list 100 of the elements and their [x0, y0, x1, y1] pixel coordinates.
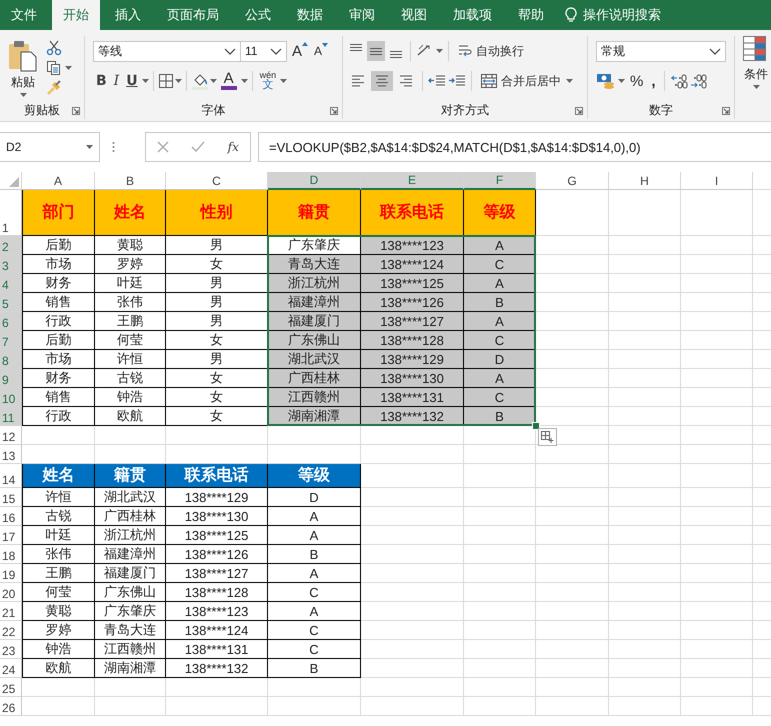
- ribbon-tab[interactable]: 帮助: [507, 0, 555, 30]
- fill-handle[interactable]: [532, 422, 540, 430]
- merge-center-button[interactable]: 合并后居中: [477, 70, 564, 92]
- font-color-button[interactable]: A: [218, 72, 240, 90]
- launcher-icon[interactable]: [330, 107, 338, 115]
- caret-icon[interactable]: [752, 85, 760, 89]
- ribbon-tab[interactable]: 插入: [104, 0, 152, 30]
- formula-field[interactable]: =VLOOKUP($B2,$A$14:$D$24,MATCH(D$1,$A$14:$D$14,0),0): [258, 132, 771, 162]
- ribbon-tab[interactable]: 页面布局: [156, 0, 230, 30]
- wrap-text-button[interactable]: 自动换行: [454, 40, 527, 62]
- row-header[interactable]: 4: [0, 274, 22, 293]
- tell-me-search[interactable]: 操作说明搜索: [583, 6, 661, 24]
- grid-icon[interactable]: [158, 73, 174, 89]
- launcher-icon[interactable]: [722, 107, 730, 115]
- row-header[interactable]: 13: [0, 445, 22, 464]
- row-header[interactable]: 17: [0, 526, 22, 545]
- increase-decimal-icon[interactable]: [670, 73, 688, 89]
- row-header[interactable]: 20: [0, 583, 22, 602]
- row-header[interactable]: 7: [0, 331, 22, 350]
- ribbon-tab[interactable]: 加载项: [442, 0, 503, 30]
- row-header[interactable]: 5: [0, 293, 22, 312]
- caret-icon[interactable]: [210, 79, 217, 83]
- row-header[interactable]: 21: [0, 602, 22, 621]
- row-header[interactable]: 11: [0, 407, 22, 426]
- paste-button[interactable]: 粘贴: [6, 38, 40, 101]
- chevron-icon[interactable]: [270, 48, 282, 54]
- scissors-icon[interactable]: [46, 40, 62, 56]
- column-header[interactable]: B: [95, 172, 166, 190]
- row-header[interactable]: 16: [0, 507, 22, 526]
- phonetic-button[interactable]: wén 文: [256, 69, 280, 93]
- caret-icon[interactable]: [65, 66, 72, 70]
- caret-icon[interactable]: [566, 79, 573, 83]
- caret-icon[interactable]: [240, 79, 248, 83]
- row-header[interactable]: 19: [0, 564, 22, 583]
- grow-font-button[interactable]: A: [289, 40, 310, 62]
- vertical-align-button[interactable]: [367, 41, 385, 61]
- column-header[interactable]: F: [464, 172, 536, 190]
- table-cell: 湖北武汉: [268, 350, 361, 369]
- decrease-decimal-icon[interactable]: [690, 73, 708, 89]
- ribbon-tab[interactable]: 数据: [286, 0, 334, 30]
- row-header[interactable]: 25: [0, 678, 22, 697]
- bucket-icon[interactable]: [190, 72, 209, 90]
- bold-button[interactable]: B: [93, 71, 110, 91]
- caret-icon[interactable]: [20, 93, 26, 97]
- row-header[interactable]: 15: [0, 488, 22, 507]
- launcher-icon[interactable]: [72, 107, 80, 115]
- row-header[interactable]: 24: [0, 659, 22, 678]
- row-header[interactable]: 18: [0, 545, 22, 564]
- column-header[interactable]: D: [268, 172, 361, 190]
- caret-icon[interactable]: [174, 79, 182, 83]
- row-header[interactable]: 26: [0, 697, 22, 716]
- brush-icon[interactable]: [46, 80, 62, 96]
- italic-button[interactable]: I: [110, 71, 122, 91]
- row-header[interactable]: 12: [0, 426, 22, 445]
- caret-icon[interactable]: [618, 79, 625, 83]
- chevron-icon[interactable]: [224, 48, 236, 54]
- name-box[interactable]: D2: [0, 132, 100, 162]
- chevron-icon[interactable]: [709, 48, 721, 54]
- row-header[interactable]: 10: [0, 388, 22, 407]
- row-header[interactable]: 9: [0, 369, 22, 388]
- column-header[interactable]: C: [166, 172, 268, 190]
- font-name-field[interactable]: 等线: [93, 40, 241, 62]
- column-header[interactable]: H: [609, 172, 681, 190]
- column-header[interactable]: A: [22, 172, 95, 190]
- column-header[interactable]: I: [681, 172, 753, 190]
- row-header[interactable]: 22: [0, 621, 22, 640]
- ribbon-tab[interactable]: 开始: [52, 0, 100, 30]
- ribbon-tab[interactable]: 公式: [234, 0, 282, 30]
- row-header[interactable]: 8: [0, 350, 22, 369]
- ribbon-tab[interactable]: 文件: [0, 0, 48, 30]
- number-format-field[interactable]: 常规: [596, 40, 726, 62]
- percent-button[interactable]: %: [627, 70, 646, 92]
- horizontal-align-button[interactable]: [371, 71, 393, 91]
- underline-button[interactable]: U: [123, 71, 141, 91]
- font-size-field[interactable]: 11: [240, 40, 287, 62]
- copy-icon[interactable]: [46, 60, 62, 76]
- shrink-font-button[interactable]: A: [311, 42, 330, 60]
- currency-icon[interactable]: [596, 72, 616, 90]
- row-header[interactable]: 6: [0, 312, 22, 331]
- column-header[interactable]: G: [536, 172, 609, 190]
- row-header[interactable]: 14: [0, 464, 22, 488]
- caret-icon[interactable]: [86, 145, 93, 149]
- launcher-icon[interactable]: [575, 107, 583, 115]
- row-header[interactable]: 23: [0, 640, 22, 659]
- column-header[interactable]: E: [361, 172, 464, 190]
- ribbon-tab[interactable]: 视图: [390, 0, 438, 30]
- ribbon-tab[interactable]: 审阅: [338, 0, 386, 30]
- autofill-options-button[interactable]: [538, 428, 557, 446]
- dots-icon[interactable]: [112, 141, 115, 153]
- check-icon[interactable]: [191, 141, 206, 153]
- insert-function-button[interactable]: fx: [228, 140, 239, 154]
- row-header[interactable]: 3: [0, 255, 22, 274]
- lightbulb-icon[interactable]: [565, 7, 577, 23]
- row-header[interactable]: 2: [0, 236, 22, 255]
- caret-icon[interactable]: [436, 49, 443, 53]
- conditional-format-button[interactable]: 条件: [743, 36, 769, 119]
- caret-icon[interactable]: [280, 79, 288, 83]
- caret-icon[interactable]: [142, 79, 149, 83]
- row-header[interactable]: 1: [0, 190, 22, 236]
- comma-button[interactable]: ,: [648, 70, 659, 92]
